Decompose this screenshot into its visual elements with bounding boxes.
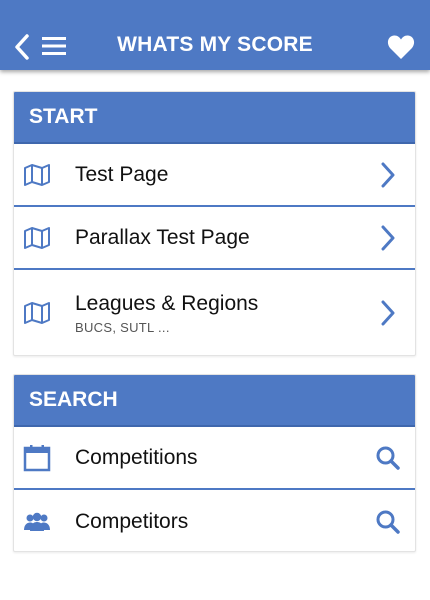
app-title: WHATS MY SCORE	[117, 33, 313, 56]
search-card: SEARCH Competitions Competitors	[13, 374, 416, 552]
calendar-icon	[23, 444, 51, 472]
list-item-leagues-regions[interactable]: Leagues & Regions BUCS, SUTL ...	[14, 270, 415, 355]
list-item-label: Leagues & Regions	[75, 291, 259, 315]
search-card-header: SEARCH	[14, 375, 415, 427]
list-item-competitors[interactable]: Competitors	[14, 490, 415, 551]
list-item-label: Competitions	[75, 445, 198, 469]
favorite-button[interactable]	[384, 30, 418, 64]
menu-button[interactable]	[40, 34, 72, 58]
search-icon[interactable]	[375, 507, 401, 537]
chevron-right-icon	[375, 223, 401, 253]
list-item-parallax-test-page[interactable]: Parallax Test Page	[14, 207, 415, 270]
chevron-right-icon	[375, 298, 401, 328]
list-item-label: Competitors	[75, 509, 189, 533]
map-icon	[23, 299, 51, 327]
chevron-left-icon	[15, 34, 29, 60]
map-icon	[23, 161, 51, 189]
people-icon	[23, 508, 51, 536]
search-icon[interactable]	[375, 443, 401, 473]
app-bar: WHATS MY SCORE	[0, 0, 430, 70]
list-item-competitions[interactable]: Competitions	[14, 427, 415, 490]
chevron-right-icon	[375, 160, 401, 190]
start-card: START Test Page Parallax Test Page Leagu…	[13, 91, 416, 356]
start-card-header: START	[14, 92, 415, 144]
list-item-test-page[interactable]: Test Page	[14, 144, 415, 207]
list-item-label: Test Page	[75, 162, 169, 186]
heart-icon	[387, 35, 415, 59]
hamburger-menu-icon	[42, 37, 66, 55]
list-item-label: Parallax Test Page	[75, 225, 250, 249]
back-button[interactable]	[8, 27, 36, 67]
list-item-subtitle: BUCS, SUTL ...	[75, 319, 170, 335]
map-icon	[23, 224, 51, 252]
